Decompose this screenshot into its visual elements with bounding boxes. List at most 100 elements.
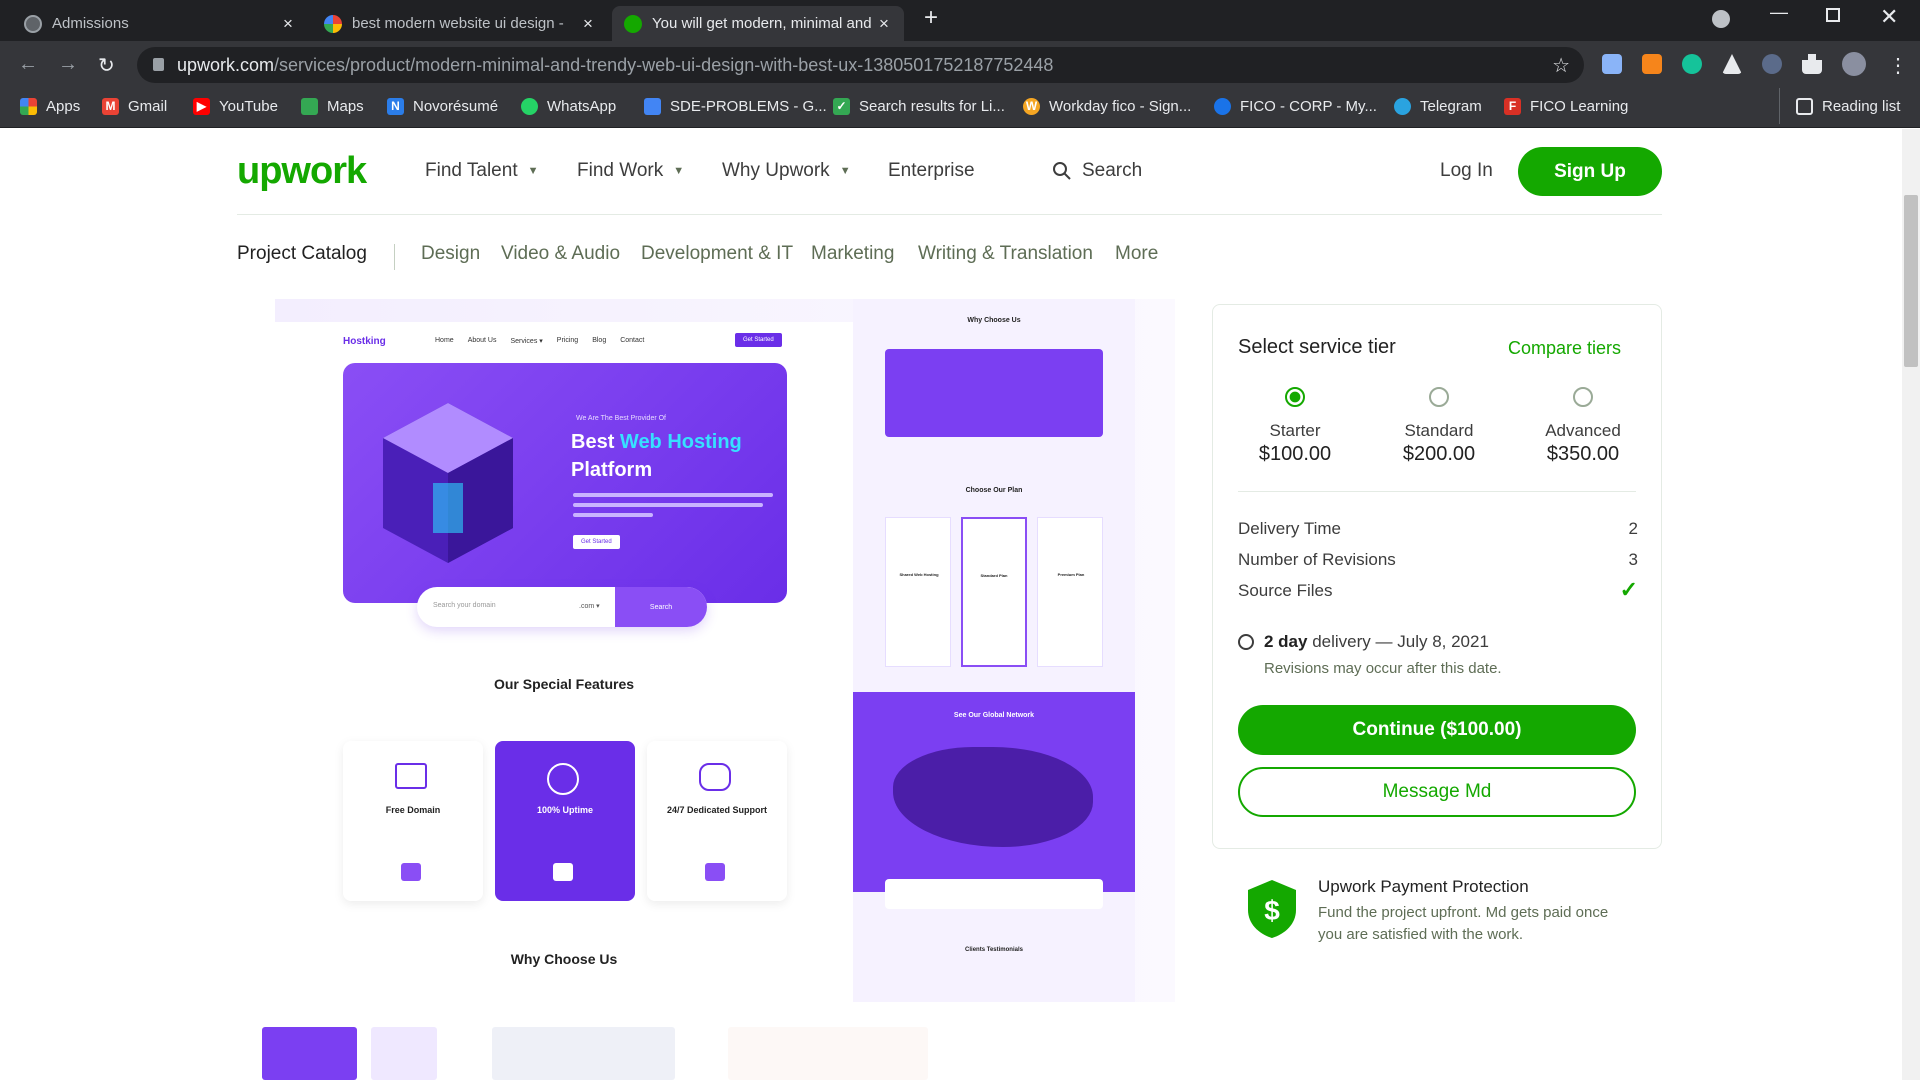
spec-label: Number of Revisions xyxy=(1238,550,1396,569)
preview-feature-card: 24/7 Dedicated Support xyxy=(647,741,787,901)
scrollbar-thumb[interactable] xyxy=(1904,195,1918,367)
tier-starter[interactable]: Starter $100.00 xyxy=(1225,387,1365,466)
bookmark-maps[interactable]: Maps xyxy=(301,88,364,124)
preview-feature-card: 100% Uptime xyxy=(495,741,635,901)
radio-unselected[interactable] xyxy=(1573,387,1593,407)
category-video-audio[interactable]: Video & Audio xyxy=(501,243,620,265)
browser-menu-icon[interactable]: ⋮ xyxy=(1888,53,1908,78)
bookmark-label: Telegram xyxy=(1420,97,1482,115)
grammarly-extension-icon[interactable] xyxy=(1682,54,1702,74)
bookmark-fico-corp[interactable]: FICO - CORP - My... xyxy=(1214,88,1377,124)
bookmark-workday[interactable]: W Workday fico - Sign... xyxy=(1023,88,1191,124)
preview-plan-title: Choose Our Plan xyxy=(965,487,1023,494)
category-marketing[interactable]: Marketing xyxy=(811,243,894,265)
select-service-tier-title: Select service tier xyxy=(1238,336,1396,358)
nav-why-upwork[interactable]: Why Upwork ▼ xyxy=(722,160,851,182)
close-icon[interactable]: × xyxy=(580,14,596,34)
reload-icon[interactable]: ↻ xyxy=(98,53,115,78)
spec-value: 3 xyxy=(1628,550,1638,569)
gallery-thumbnail[interactable] xyxy=(728,1027,928,1080)
bookmark-label: YouTube xyxy=(219,97,278,115)
category-development-it[interactable]: Development & IT xyxy=(641,243,793,265)
fico-learning-icon: F xyxy=(1504,97,1521,115)
tab-title: best modern website ui design - xyxy=(352,15,564,32)
bookmark-telegram[interactable]: Telegram xyxy=(1394,88,1482,124)
login-link[interactable]: Log In xyxy=(1440,160,1493,182)
preview-plan-name: Premium Plan xyxy=(1057,572,1085,577)
bookmark-label: FICO - CORP - My... xyxy=(1240,97,1377,115)
radio-unselected[interactable] xyxy=(1429,387,1449,407)
message-seller-button[interactable]: Message Md xyxy=(1238,767,1636,817)
bookmark-apps[interactable]: Apps xyxy=(20,88,80,124)
nav-label: Why Upwork xyxy=(722,160,830,181)
upwork-logo[interactable]: upwork xyxy=(237,150,367,193)
metamask-extension-icon[interactable] xyxy=(1642,54,1662,74)
preview-right-title: Why Choose Us xyxy=(967,317,1021,324)
preview-plan-card: Premium Plan xyxy=(1037,517,1103,667)
gallery-thumbnail[interactable] xyxy=(492,1027,675,1080)
bookmark-fico-learning[interactable]: F FICO Learning xyxy=(1504,88,1628,124)
category-design[interactable]: Design xyxy=(421,243,480,265)
window-close-icon[interactable]: ✕ xyxy=(1880,4,1898,30)
bookmark-youtube[interactable]: ▶ YouTube xyxy=(193,88,278,124)
signup-button[interactable]: Sign Up xyxy=(1518,147,1662,196)
address-bar[interactable]: upwork.com/services/product/modern-minim… xyxy=(137,47,1584,83)
bookmark-label: FICO Learning xyxy=(1530,97,1629,115)
new-tab-icon[interactable]: + xyxy=(924,4,938,32)
spec-value: 2 xyxy=(1628,519,1638,538)
react-extension-icon[interactable] xyxy=(1602,54,1622,74)
vercel-extension-icon[interactable] xyxy=(1722,54,1742,74)
forward-icon[interactable]: → xyxy=(58,53,78,76)
minimize-icon[interactable]: — xyxy=(1770,2,1788,23)
preview-testimonials-title: Clients Testimonials xyxy=(965,947,1023,953)
gallery-thumbnail[interactable] xyxy=(371,1027,437,1080)
nav-find-work[interactable]: Find Work ▼ xyxy=(577,160,684,182)
bookmark-sde-problems[interactable]: SDE-PROBLEMS - G... xyxy=(644,88,827,124)
nav-label: Find Talent xyxy=(425,160,518,181)
checkmark-icon: ✓ xyxy=(1619,577,1638,602)
preview-feature-card: Free Domain xyxy=(343,741,483,901)
tier-advanced[interactable]: Advanced $350.00 xyxy=(1513,387,1653,466)
back-icon[interactable]: ← xyxy=(18,53,38,76)
shield-dollar-icon: $ xyxy=(1248,880,1296,938)
bookmark-gmail[interactable]: M Gmail xyxy=(102,88,167,124)
preview-plan-name: Standard Plan xyxy=(980,573,1008,578)
bookmark-whatsapp[interactable]: WhatsApp xyxy=(521,88,616,124)
restore-icon[interactable] xyxy=(1826,8,1840,22)
hero-title-part: Best xyxy=(571,431,615,453)
close-icon[interactable]: × xyxy=(876,14,892,34)
preview-plan-card: Standard Plan xyxy=(961,517,1027,667)
reading-list[interactable]: Reading list xyxy=(1779,88,1900,124)
browser-tab[interactable]: best modern website ui design - × xyxy=(312,6,608,41)
gallery-main-image[interactable]: Hostking Home About Us Services ▾ Pricing Bl… xyxy=(275,299,1175,1002)
category-writing-translation[interactable]: Writing & Translation xyxy=(918,243,1093,265)
preview-domain-button: Search xyxy=(615,587,707,627)
browser-tab-active[interactable]: You will get modern, minimal and × xyxy=(612,6,904,41)
tier-standard[interactable]: Standard $200.00 xyxy=(1369,387,1509,466)
browser-tab[interactable]: Admissions × xyxy=(12,6,308,41)
cursor-extension-icon[interactable] xyxy=(1762,54,1782,74)
tier-price: $350.00 xyxy=(1546,443,1620,465)
profile-avatar[interactable] xyxy=(1842,52,1866,76)
nav-enterprise[interactable]: Enterprise xyxy=(888,160,975,182)
preview-hero-kicker: We Are The Best Provider Of xyxy=(576,415,667,422)
preview-feature-name: 24/7 Dedicated Support xyxy=(666,805,768,815)
header-search[interactable]: Search xyxy=(1052,160,1142,182)
nav-find-talent[interactable]: Find Talent ▼ xyxy=(425,160,539,182)
preview-domain-placeholder: Search your domain xyxy=(433,602,496,609)
compare-tiers-link[interactable]: Compare tiers xyxy=(1508,338,1621,359)
star-icon[interactable]: ☆ xyxy=(1552,53,1570,78)
close-icon[interactable]: × xyxy=(280,14,296,34)
extensions-puzzle-icon[interactable] xyxy=(1802,54,1822,74)
url-path: /services/product/modern-minimal-and-tre… xyxy=(274,54,1054,75)
gallery-thumbnail-active[interactable] xyxy=(262,1027,357,1080)
category-project-catalog[interactable]: Project Catalog xyxy=(237,243,367,265)
tab-search-icon[interactable] xyxy=(1712,10,1730,28)
uptime-icon xyxy=(547,763,579,795)
continue-button[interactable]: Continue ($100.00) xyxy=(1238,705,1636,755)
bookmark-search-results[interactable]: ✓ Search results for Li... xyxy=(833,88,1005,124)
category-more[interactable]: More xyxy=(1115,243,1158,265)
radio-selected[interactable] xyxy=(1285,387,1305,407)
preview-hero-title-line2: Platform xyxy=(571,459,653,481)
bookmark-novoresume[interactable]: N Novorésumé xyxy=(387,88,498,124)
